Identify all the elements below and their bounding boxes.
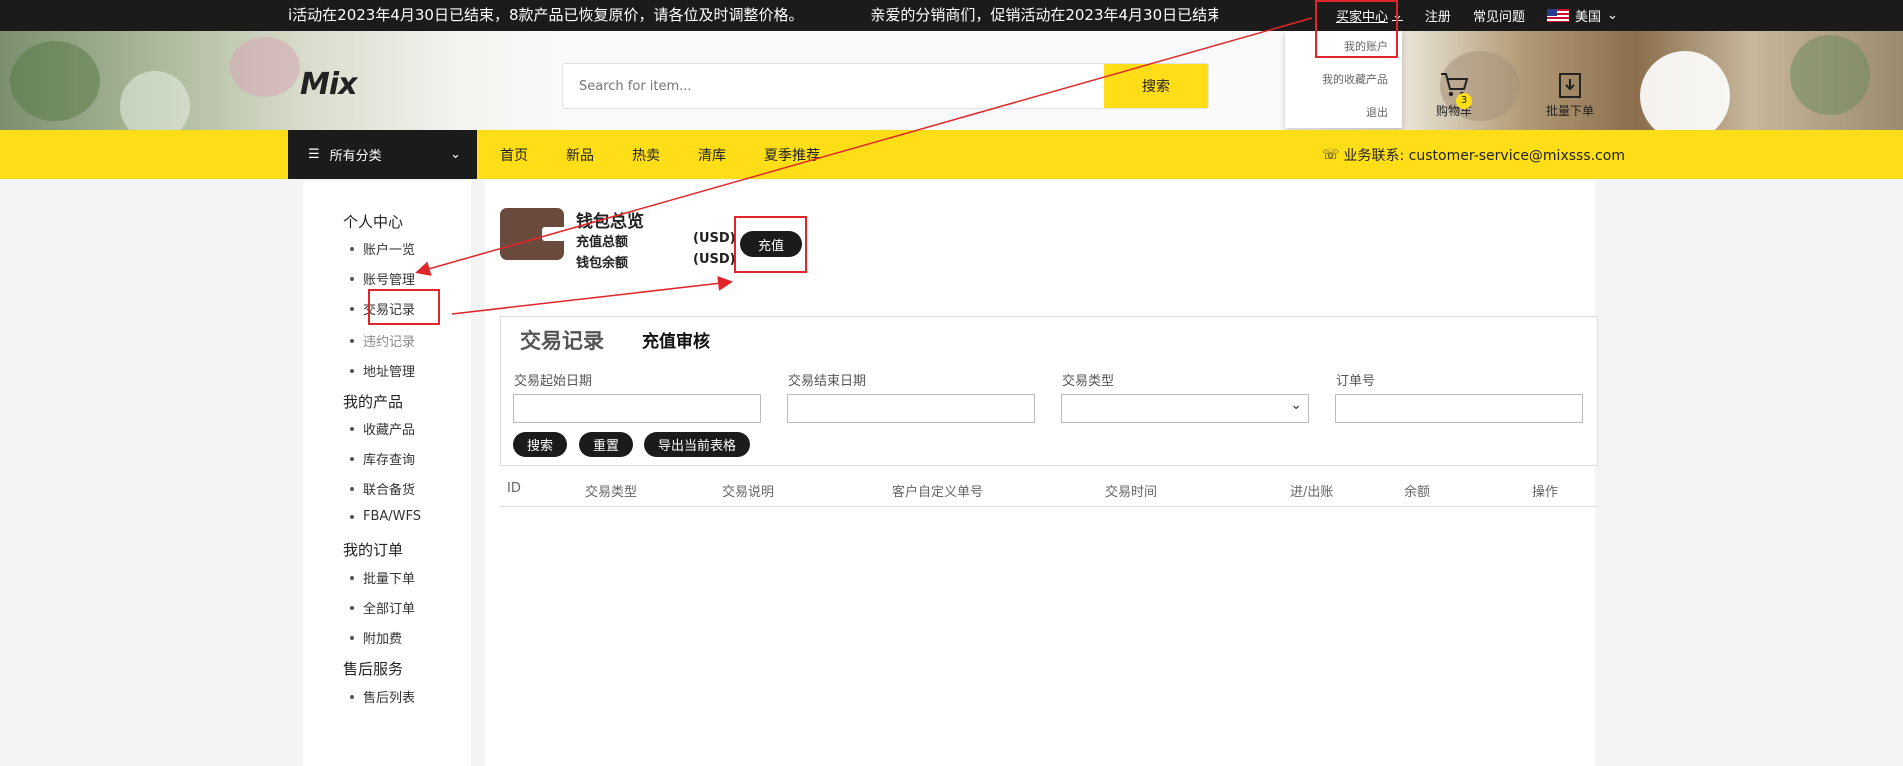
order-number-label: 订单号 xyxy=(1336,374,1376,389)
order-number-input[interactable] xyxy=(1335,394,1583,423)
search-button[interactable]: 搜索 xyxy=(1104,64,1208,108)
reset-button[interactable]: 重置 xyxy=(579,432,634,457)
column-header-custom-order-no: 客户自定义单号 xyxy=(892,485,984,500)
sidebar-item-account-overview[interactable]: 账户一览 xyxy=(349,239,415,258)
tab-recharge-review[interactable]: 充值审核 xyxy=(642,327,710,352)
business-contact: ☏ 业务联系: customer-service@mixsss.com xyxy=(1322,130,1625,179)
search-button[interactable]: 搜索 xyxy=(513,432,568,457)
sidebar-item-joint-stock[interactable]: 联合备货 xyxy=(349,479,415,498)
end-date-input[interactable] xyxy=(787,394,1035,423)
sidebar-item-favorites[interactable]: 收藏产品 xyxy=(349,419,415,438)
transaction-table-header: ID 交易类型 交易说明 客户自定义单号 交易时间 进/出账 余额 操作 xyxy=(500,481,1598,507)
sidebar-item-surcharge[interactable]: 附加费 xyxy=(349,628,402,647)
start-date-label: 交易起始日期 xyxy=(514,374,593,389)
column-header-in-out: 进/出账 xyxy=(1290,485,1334,500)
account-sidebar: 个人中心 账户一览 账号管理 交易记录 违约记录 地址管理 我的产品 收藏产品 … xyxy=(303,181,471,766)
bulk-order-label: 批量下单 xyxy=(1545,104,1594,118)
top-announcement-bar: i活动在2023年4月30日已结束，8款产品已恢复原价，请各位及时调整价格。 亲… xyxy=(0,0,1903,31)
sidebar-section-after-sales: 售后服务 xyxy=(343,660,404,678)
business-contact-text: 业务联系: customer-service@mixsss.com xyxy=(1343,147,1625,164)
sidebar-item-bulk-order[interactable]: 批量下单 xyxy=(349,568,415,587)
phone-icon: ☏ xyxy=(1322,146,1340,163)
column-header-time: 交易时间 xyxy=(1105,485,1158,500)
sidebar-item-inventory[interactable]: 库存查询 xyxy=(349,449,415,468)
sidebar-item-fba-wfs[interactable]: FBA/WFS xyxy=(349,509,421,524)
clipboard-icon xyxy=(1559,73,1581,98)
sidebar-item-all-orders[interactable]: 全部订单 xyxy=(349,598,415,617)
wallet-balance-unit: (USD) xyxy=(693,252,736,267)
chevron-down-icon: ⌄ xyxy=(1606,8,1618,23)
announcement-text-2: 亲爱的分销商们，促销活动在2023年4月30日已结束，8 xyxy=(870,6,1218,24)
main-navbar: ☰ 所有分类 ⌄ 首页 新品 热卖 清库 夏季推荐 ☏ 业务联系: custom… xyxy=(0,130,1903,179)
wallet-icon xyxy=(500,208,564,260)
announcement-text-1: i活动在2023年4月30日已结束，8款产品已恢复原价，请各位及时调整价格。 xyxy=(288,6,804,24)
search-input[interactable] xyxy=(563,64,1104,108)
wallet-title: 钱包总览 xyxy=(576,212,644,232)
column-header-description: 交易说明 xyxy=(722,485,775,500)
sidebar-item-addresses[interactable]: 地址管理 xyxy=(349,361,415,380)
sidebar-item-after-sales-list[interactable]: 售后列表 xyxy=(349,687,415,706)
region-label: 美国 xyxy=(1574,10,1601,25)
nav-link-clearance[interactable]: 清库 xyxy=(698,145,726,165)
chevron-down-icon: ⌄ xyxy=(450,147,461,162)
sidebar-item-violations[interactable]: 违约记录 xyxy=(349,331,415,350)
total-recharge-unit: (USD) xyxy=(693,231,736,246)
end-date-label: 交易结束日期 xyxy=(788,374,867,389)
register-link[interactable]: 注册 xyxy=(1425,6,1451,25)
transaction-type-label: 交易类型 xyxy=(1062,374,1115,389)
nav-link-home[interactable]: 首页 xyxy=(500,145,528,165)
sidebar-section-personal: 个人中心 xyxy=(343,213,404,231)
sidebar-section-orders: 我的订单 xyxy=(343,541,404,559)
faq-link[interactable]: 常见问题 xyxy=(1473,6,1525,25)
search-bar: 搜索 xyxy=(562,63,1209,109)
main-content: 钱包总览 充值总额 (USD) 钱包余额 (USD) 充值 交易记录 充值审核 … xyxy=(485,181,1598,766)
transaction-filter-panel: 交易记录 充值审核 交易起始日期 交易结束日期 交易类型 订单号 搜索 重置 导… xyxy=(500,316,1598,466)
total-recharge-label: 充值总额 xyxy=(576,235,629,250)
sidebar-section-products: 我的产品 xyxy=(343,393,404,411)
annotation-box-buyer-center xyxy=(1315,0,1398,58)
nav-links: 首页 新品 热卖 清库 夏季推荐 xyxy=(500,130,820,179)
cart-label: 购物车 xyxy=(1435,104,1472,118)
all-categories-label: 所有分类 xyxy=(329,149,382,164)
cart-button[interactable]: 3 购物车 xyxy=(1424,65,1484,125)
nav-link-summer[interactable]: 夏季推荐 xyxy=(764,145,820,165)
menu-icon: ☰ xyxy=(308,147,320,162)
dropdown-item-logout[interactable]: 退出 xyxy=(1285,97,1388,130)
nav-link-hot[interactable]: 热卖 xyxy=(632,145,660,165)
decorative-plant xyxy=(120,71,190,130)
decorative-plant xyxy=(1790,35,1870,115)
announcement-marquee: i活动在2023年4月30日已结束，8款产品已恢复原价，请各位及时调整价格。 亲… xyxy=(288,0,1218,31)
tab-transaction-records[interactable]: 交易记录 xyxy=(520,325,604,355)
start-date-input[interactable] xyxy=(513,394,761,423)
all-categories-button[interactable]: ☰ 所有分类 ⌄ xyxy=(288,130,477,179)
site-header: Mix 搜索 3 购物车 批量下单 xyxy=(0,31,1903,130)
dropdown-item-favorites[interactable]: 我的收藏产品 xyxy=(1285,64,1388,97)
nav-link-new[interactable]: 新品 xyxy=(566,145,594,165)
column-header-type: 交易类型 xyxy=(585,485,638,500)
export-table-button[interactable]: 导出当前表格 xyxy=(644,432,751,457)
transaction-type-select[interactable] xyxy=(1061,394,1309,423)
decorative-plant xyxy=(10,41,100,121)
decorative-chair xyxy=(1640,51,1730,130)
annotation-box-transactions xyxy=(368,289,440,325)
column-header-id: ID xyxy=(507,481,521,496)
bulk-order-button[interactable]: 批量下单 xyxy=(1530,65,1610,125)
column-header-actions: 操作 xyxy=(1532,485,1559,500)
region-selector[interactable]: 美国 ⌄ xyxy=(1546,6,1618,25)
wallet-balance-label: 钱包余额 xyxy=(576,256,629,271)
column-header-balance: 余额 xyxy=(1404,485,1431,500)
sidebar-item-account-manage[interactable]: 账号管理 xyxy=(349,269,415,288)
us-flag-icon xyxy=(1546,9,1569,22)
decorative-flowers xyxy=(230,37,300,97)
cart-count-badge: 3 xyxy=(1456,93,1472,109)
site-logo[interactable]: Mix xyxy=(300,67,357,102)
annotation-box-recharge xyxy=(734,216,807,273)
